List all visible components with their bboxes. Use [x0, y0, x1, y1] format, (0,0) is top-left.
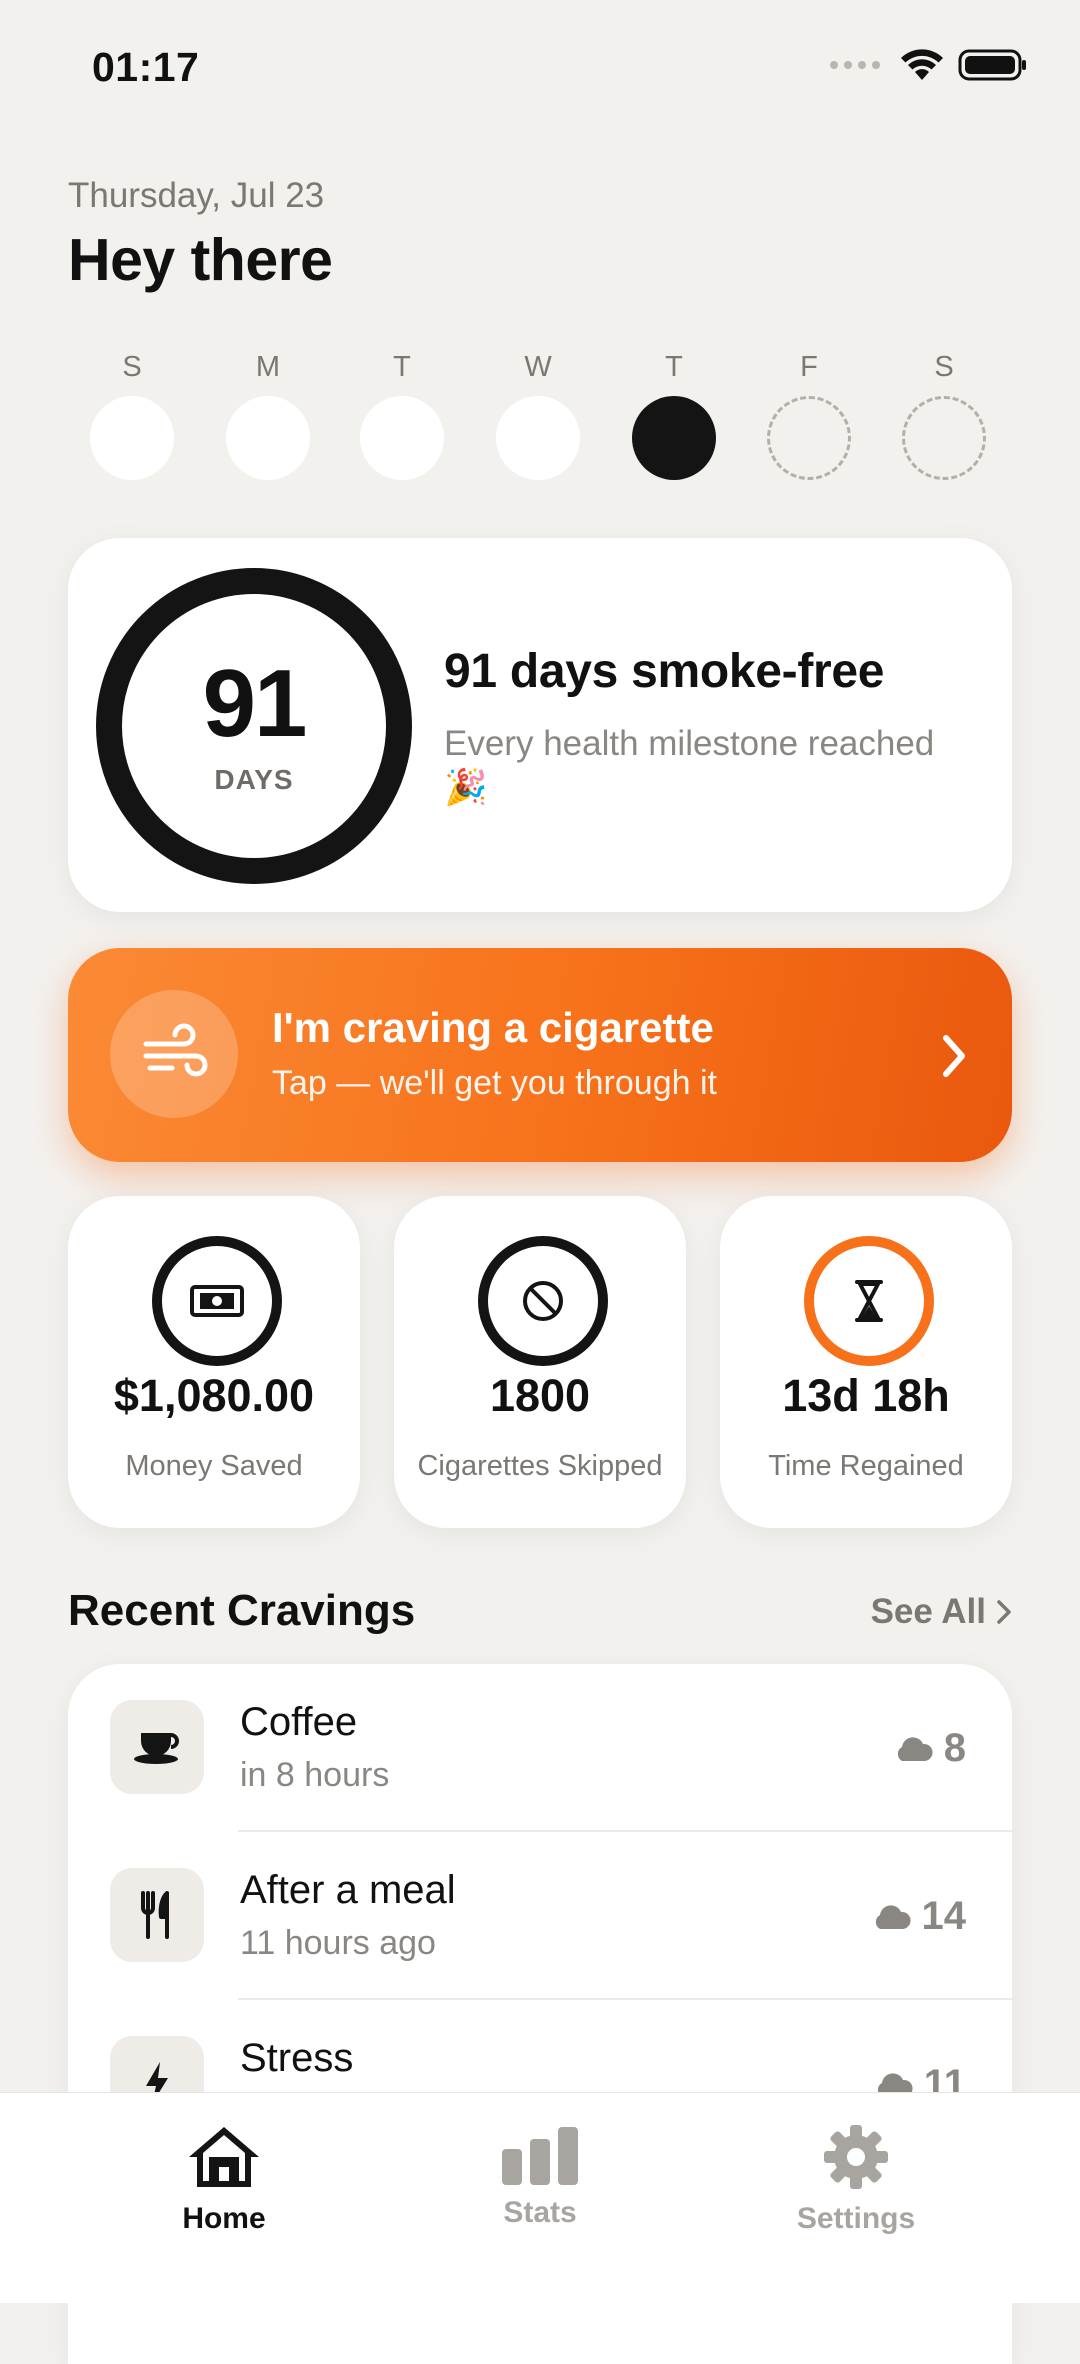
day-dot-today: [632, 396, 716, 480]
day-tuesday[interactable]: T: [360, 350, 444, 480]
day-thursday[interactable]: T: [632, 350, 716, 480]
tab-stats[interactable]: Stats: [420, 2125, 660, 2230]
craving-count: 8: [892, 1726, 966, 1771]
tab-settings[interactable]: Settings: [736, 2123, 976, 2236]
hourglass-icon: [804, 1236, 934, 1366]
date-label: Thursday, Jul 23: [68, 176, 325, 215]
day-dot-done: [226, 396, 310, 480]
day-dot-future: [767, 396, 851, 480]
day-dot-done: [90, 396, 174, 480]
day-dot-done: [496, 396, 580, 480]
bar-chart-icon: [502, 2127, 578, 2185]
see-all-link[interactable]: See All: [871, 1592, 1012, 1632]
greeting-title: Hey there: [68, 227, 333, 293]
day-monday[interactable]: M: [226, 350, 310, 480]
day-sunday[interactable]: S: [90, 350, 174, 480]
week-strip: S M T W T F S: [90, 350, 990, 490]
day-dot-done: [360, 396, 444, 480]
list-item[interactable]: [68, 1664, 1012, 1832]
money-saved-label: Money Saved: [125, 1450, 303, 1482]
craving-title: Stress: [240, 2036, 354, 2080]
money-saved-value: $1,080.00: [113, 1370, 315, 1421]
cigarettes-skipped-value: 1800: [489, 1370, 591, 1421]
status-time: 01:17: [92, 44, 200, 90]
craving-count: 14: [870, 1894, 966, 1939]
status-icons: [830, 48, 1028, 82]
wifi-icon: [901, 49, 943, 80]
day-friday[interactable]: F: [767, 350, 851, 480]
chevron-right-icon: [943, 1035, 965, 1077]
tab-bar: Home Stats Settings: [0, 2092, 1080, 2303]
days-count: 91: [202, 650, 308, 757]
craving-time: in 8 hours: [240, 1756, 390, 1794]
party-popper-icon: 🎉: [444, 768, 488, 807]
craving-subtitle: Tap — we'll get you through it: [272, 1064, 717, 1102]
day-saturday[interactable]: S: [902, 350, 986, 480]
time-regained-label: Time Regained: [768, 1450, 964, 1482]
day-dot-future: [902, 396, 986, 480]
fork-knife-icon: [110, 1868, 204, 1962]
coffee-cup-icon: [110, 1700, 204, 1794]
craving-title: Coffee: [240, 1700, 358, 1744]
day-wednesday[interactable]: W: [496, 350, 580, 480]
money-icon: [152, 1236, 282, 1366]
gear-icon: [824, 2125, 888, 2189]
craving-time: 11 hours ago: [240, 1924, 436, 1962]
cloud-icon: [875, 1904, 911, 1929]
wind-icon: [110, 990, 238, 1118]
cigarettes-skipped-label: Cigarettes Skipped: [417, 1450, 663, 1482]
days-label: DAYS: [214, 764, 294, 795]
recent-cravings-title: Recent Cravings: [68, 1586, 416, 1635]
home-icon: [189, 2127, 259, 2187]
time-regained-value: 13d 18h: [782, 1370, 950, 1421]
cloud-icon: [897, 1736, 933, 1761]
list-item[interactable]: [68, 2000, 1012, 2092]
smoke-free-title: 91 days smoke-free: [444, 645, 885, 698]
no-smoking-icon: [478, 1236, 608, 1366]
tab-home[interactable]: Home: [104, 2123, 344, 2236]
cellular-signal-icon: [830, 61, 880, 69]
craving-title: I'm craving a cigarette: [272, 1004, 714, 1051]
craving-title: After a meal: [240, 1868, 456, 1912]
chevron-right-icon: [997, 1600, 1011, 1624]
milestone-subtitle: Every health milestone reached 🎉: [444, 724, 935, 807]
battery-icon: [958, 49, 1026, 81]
